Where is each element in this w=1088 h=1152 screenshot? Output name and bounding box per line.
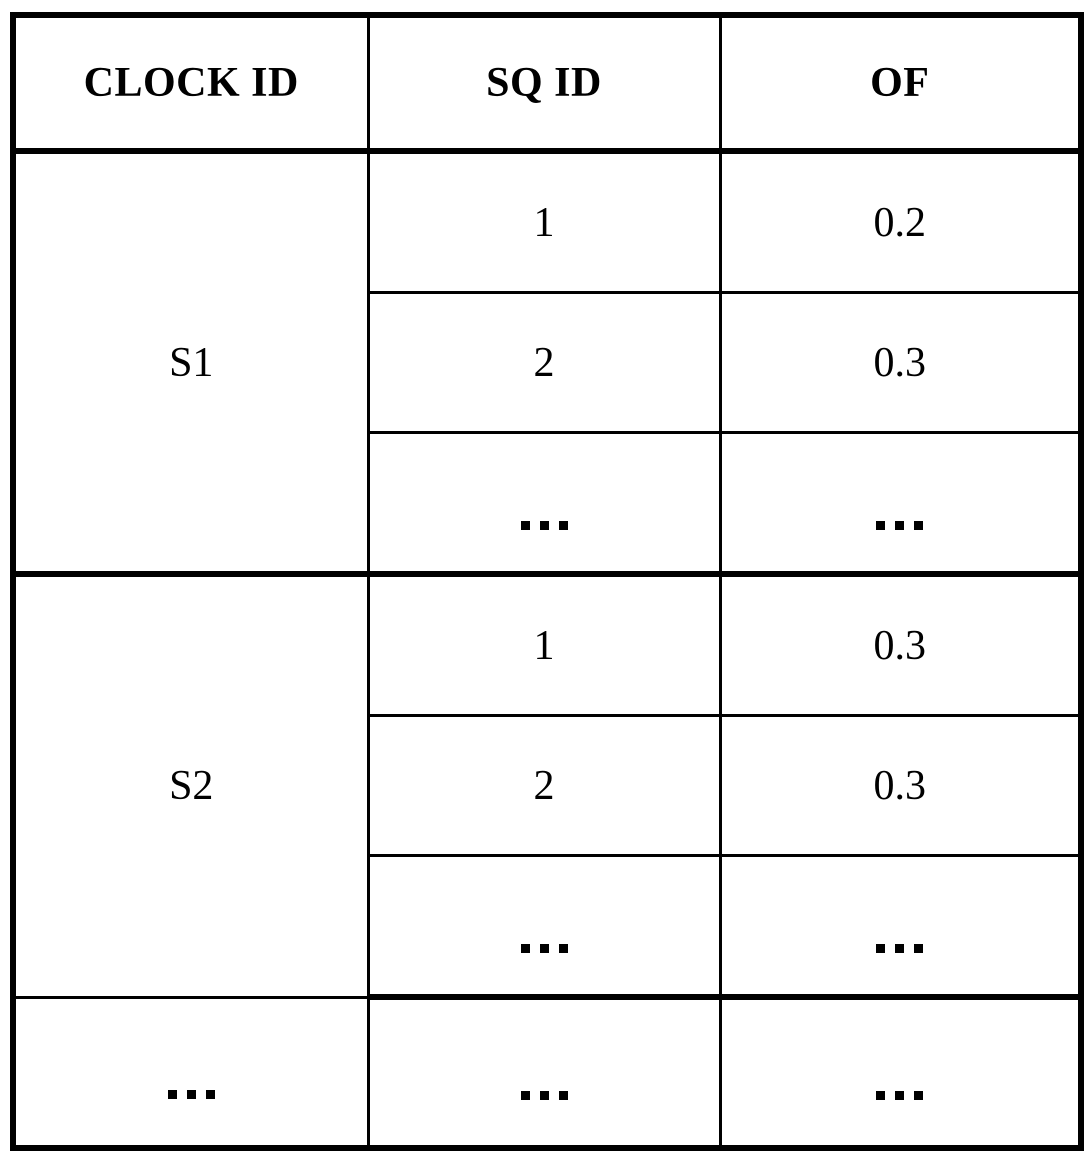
group-label-cell-s2: S2 — [11, 571, 370, 999]
table-body: S1 1 0.2 2 0.3 S2 1 0.3 2 0.3 — [11, 148, 1083, 1150]
table-row — [11, 995, 1083, 1150]
cell-of-ellipsis — [718, 431, 1083, 577]
clock-sq-of-table: CLOCK ID SQ ID OF S1 1 0.2 2 0.3 S2 1 0.… — [10, 12, 1084, 1151]
cell-of: 0.2 — [718, 148, 1083, 294]
cell-sq-id: 2 — [366, 714, 722, 857]
ellipsis-icon — [516, 919, 573, 961]
ellipsis-icon — [871, 919, 928, 961]
cell-of: 0.3 — [718, 714, 1083, 857]
group-label-cell-s1: S1 — [11, 148, 370, 576]
cell-sq-id: 1 — [366, 148, 722, 294]
column-header-clock-id: CLOCK ID — [11, 13, 370, 154]
ellipsis-icon — [163, 1065, 220, 1107]
ellipsis-icon — [871, 496, 928, 538]
cell-sq-id-ellipsis — [366, 854, 722, 1000]
cell-sq-id-ellipsis — [366, 431, 722, 577]
ellipsis-icon — [516, 1066, 573, 1108]
ellipsis-icon — [516, 496, 573, 538]
ellipsis-icon — [871, 1066, 928, 1108]
header-row: CLOCK ID SQ ID OF — [11, 13, 1083, 154]
column-header-sq-id: SQ ID — [366, 13, 722, 154]
cell-of: 0.3 — [718, 291, 1083, 434]
cell-clock-id-ellipsis — [11, 995, 370, 1150]
column-header-of: OF — [718, 13, 1083, 154]
cell-sq-id: 2 — [366, 291, 722, 434]
cell-sq-id-ellipsis — [366, 995, 722, 1150]
page-root: CLOCK ID SQ ID OF S1 1 0.2 2 0.3 S2 1 0.… — [0, 0, 1088, 1152]
cell-of-ellipsis — [718, 995, 1083, 1150]
cell-sq-id: 1 — [366, 571, 722, 717]
table-row: S2 1 0.3 — [11, 571, 1083, 999]
cell-of: 0.3 — [718, 571, 1083, 717]
cell-of-ellipsis — [718, 854, 1083, 1000]
table-row: S1 1 0.2 — [11, 148, 1083, 576]
table-header: CLOCK ID SQ ID OF — [11, 13, 1083, 154]
